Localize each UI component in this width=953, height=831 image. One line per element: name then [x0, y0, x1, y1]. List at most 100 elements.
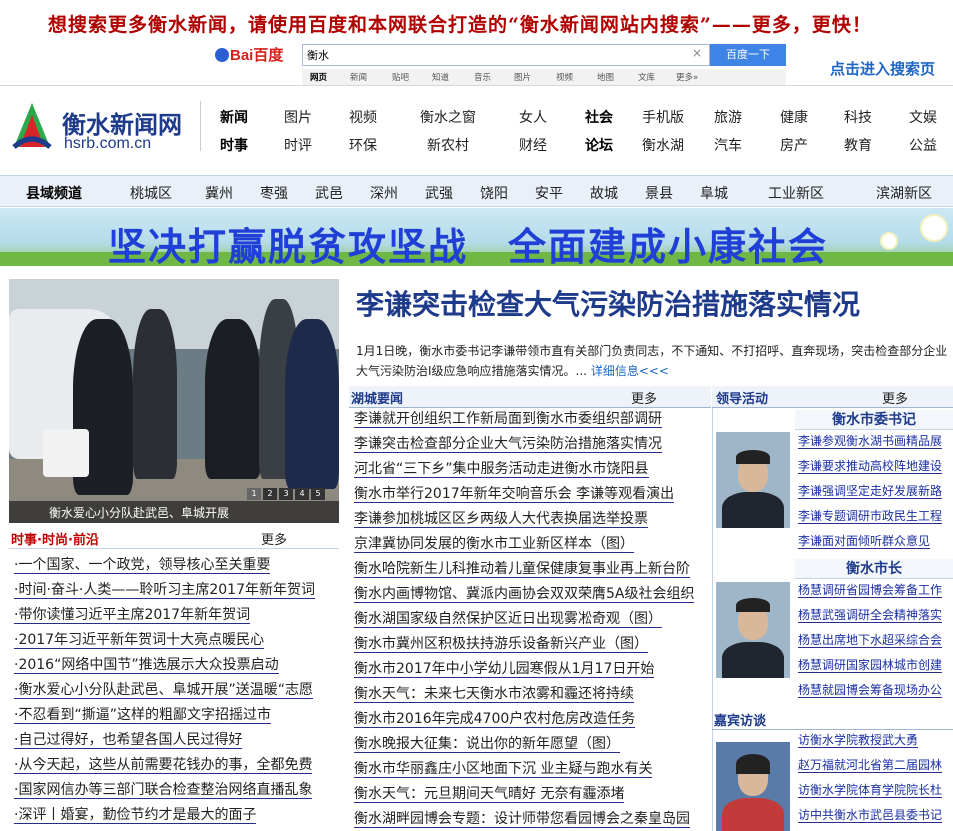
nav-mobile[interactable]: 手机版 [642, 107, 684, 127]
mid-list-item[interactable]: 衡水天气：未来七天衡水市浓雾和霾还将持续 [354, 686, 634, 703]
secretary-item[interactable]: 李谦面对面倾听群众意见 [798, 534, 931, 549]
site-logo-url[interactable]: hsrb.com.cn [64, 135, 151, 153]
search-input[interactable] [302, 44, 710, 66]
nav-finance[interactable]: 财经 [519, 135, 547, 155]
leaders-title[interactable]: 领导活动 [716, 388, 768, 407]
nav-environment[interactable]: 环保 [349, 135, 377, 155]
mayor-item[interactable]: 杨慧调研国家园林城市创建 [798, 658, 943, 673]
mid-list-item[interactable]: 衡水哈院新生儿科推动着儿童保健康复事业再上新台阶 [354, 561, 690, 578]
mid-list-item[interactable]: 衡水市2017年中小学幼儿园寒假从1月17日开始 [354, 661, 655, 678]
left-list-item[interactable]: ·时间·奋斗·人类——聆听习主席2017年新年贺词 [14, 582, 315, 599]
county-item-binhu-zone[interactable]: 滨湖新区 [876, 183, 932, 203]
county-item-jingxian[interactable]: 景县 [645, 183, 673, 203]
search-tab-wenku[interactable]: 文库 [638, 71, 655, 83]
nav-entertainment[interactable]: 文娱 [909, 107, 937, 127]
search-tab-tieba[interactable]: 贴吧 [392, 71, 409, 83]
left-list-item[interactable]: ·带你读懂习近平主席2017年新年贺词 [14, 607, 251, 624]
headline-title[interactable]: 李谦突击检查大气污染防治措施落实情况 [356, 283, 860, 323]
nav-video[interactable]: 视频 [349, 107, 377, 127]
guest-item[interactable]: 访中共衡水市武邑县委书记 [798, 808, 943, 823]
left-list-item[interactable]: ·不忍看到“撕逼”这样的粗鄙文字招摇过市 [14, 707, 271, 724]
guest-item[interactable]: 赵万福就河北省第二届园林 [798, 758, 943, 773]
left-list-item[interactable]: ·2016“网络中国节”推选展示大众投票启动 [14, 657, 279, 674]
photo-caption[interactable]: 衡水爱心小分队赴武邑、阜城开展 [9, 504, 269, 521]
mid-list-item[interactable]: 衡水市举行2017年新年交响音乐会 李谦等观看演出 [354, 486, 675, 503]
mid-list-item[interactable]: 衡水市华丽鑫庄小区地面下沉 业主疑与跑水有关 [354, 761, 653, 778]
county-item-fucheng[interactable]: 阜城 [700, 183, 728, 203]
search-tab-web[interactable]: 网页 [310, 71, 327, 83]
mid-list-item[interactable]: 李谦就开创组织工作新局面到衡水市委组织部调研 [354, 411, 662, 428]
nav-women[interactable]: 女人 [519, 107, 547, 127]
county-item-shenzhou[interactable]: 深州 [370, 183, 398, 203]
mayor-item[interactable]: 杨慧调研省园博会筹备工作 [798, 583, 943, 598]
mayor-item[interactable]: 杨慧就园博会筹备现场办公 [798, 683, 943, 698]
photo-pager-3[interactable]: 3 [279, 488, 293, 500]
mayor-item[interactable]: 杨慧武强调研全会精神落实 [798, 608, 943, 623]
nav-education[interactable]: 教育 [844, 135, 872, 155]
nav-hengshui-window[interactable]: 衡水之窗 [420, 107, 476, 127]
nav-health[interactable]: 健康 [780, 107, 808, 127]
nav-real-estate[interactable]: 房产 [780, 135, 808, 155]
nav-charity[interactable]: 公益 [909, 135, 937, 155]
mayor-subheader[interactable]: 衡水市长 [795, 559, 953, 579]
nav-society[interactable]: 社会 [585, 107, 613, 127]
county-item-wuqiang[interactable]: 武强 [425, 183, 453, 203]
guest-item[interactable]: 访衡水学院教授武大勇 [798, 733, 919, 748]
slogan-banner[interactable]: 坚决打赢脱贫攻坚战 全面建成小康社会 [0, 208, 953, 266]
search-button[interactable]: 百度一下 [710, 44, 786, 66]
mid-list-item[interactable]: 衡水市2016年完成4700户农村危房改造任务 [354, 711, 636, 728]
left-list-item[interactable]: ·2017年习近平新年贺词十大亮点暖民心 [14, 632, 265, 649]
nav-hengshui-lake[interactable]: 衡水湖 [642, 135, 684, 155]
left-list-item[interactable]: ·一个国家、一个政党，领导核心至关重要 [14, 557, 271, 574]
secretary-portrait[interactable] [716, 432, 790, 528]
search-tab-zhidao[interactable]: 知道 [432, 71, 449, 83]
left-list-item[interactable]: ·国家网信办等三部门联合检查整治网络直播乱象 [14, 782, 313, 799]
nav-travel[interactable]: 旅游 [714, 107, 742, 127]
county-item-jizhou[interactable]: 冀州 [205, 183, 233, 203]
photo-pager-4[interactable]: 4 [295, 488, 309, 500]
nav-new-rural[interactable]: 新农村 [427, 135, 469, 155]
search-clear-icon[interactable]: × [692, 46, 702, 60]
nav-photos[interactable]: 图片 [284, 107, 312, 127]
guest-interview-title[interactable]: 嘉宾访谈 [714, 710, 766, 729]
nav-news[interactable]: 新闻 [220, 107, 248, 127]
mid-list-item[interactable]: 衡水内画博物馆、冀派内画协会双双荣膺5A级社会组织 [354, 586, 695, 603]
nav-auto[interactable]: 汽车 [714, 135, 742, 155]
mid-list-item[interactable]: 衡水市冀州区积极扶持游乐设备新兴产业（图） [354, 636, 648, 653]
guest-portrait[interactable] [716, 742, 790, 831]
guest-item[interactable]: 访衡水学院体育学院院长杜 [798, 783, 943, 798]
current-affairs-more-link[interactable]: 更多 [261, 529, 287, 548]
left-list-item[interactable]: ·衡水爱心小分队赴武邑、阜城开展”送温暖“志愿 [14, 682, 313, 699]
mid-list-item[interactable]: 河北省“三下乡”集中服务活动走进衡水市饶阳县 [354, 461, 649, 478]
county-item-anping[interactable]: 安平 [535, 183, 563, 203]
search-tab-news[interactable]: 新闻 [350, 71, 367, 83]
mayor-portrait[interactable] [716, 582, 790, 678]
county-item-industrial-zone[interactable]: 工业新区 [768, 183, 824, 203]
headline-detail-link[interactable]: 详细信息<<< [591, 364, 669, 378]
nav-tech[interactable]: 科技 [844, 107, 872, 127]
leaders-more-link[interactable]: 更多 [882, 388, 908, 407]
nav-commentary[interactable]: 时评 [284, 135, 312, 155]
nav-forum[interactable]: 论坛 [585, 135, 613, 155]
mid-list-item[interactable]: 李谦突击检查部分企业大气污染防治措施落实情况 [354, 436, 662, 453]
photo-pager-2[interactable]: 2 [263, 488, 277, 500]
county-item-raoyang[interactable]: 饶阳 [480, 183, 508, 203]
photo-pager-1[interactable]: 1 [247, 488, 261, 500]
secretary-item[interactable]: 李谦专题调研市政民生工程 [798, 509, 943, 524]
left-list-item[interactable]: ·自己过得好，也希望各国人民过得好 [14, 732, 243, 749]
county-item-taocheng[interactable]: 桃城区 [130, 183, 172, 203]
search-tab-video[interactable]: 视频 [556, 71, 573, 83]
current-affairs-title[interactable]: 时事·时尚·前沿 [11, 529, 99, 548]
mid-list-item[interactable]: 衡水湖畔园博会专题：设计师带您看园博会之秦皇岛园 [354, 811, 690, 828]
featured-photo[interactable]: 衡水爱心小分队赴武邑、阜城开展 12345 [9, 279, 339, 523]
county-item-gucheng[interactable]: 故城 [590, 183, 618, 203]
mid-list-item[interactable]: 衡水天气：元旦期间天气晴好 无奈有霾添堵 [354, 786, 625, 803]
county-item-zaoqiang[interactable]: 枣强 [260, 183, 288, 203]
mayor-item[interactable]: 杨慧出席地下水超采综合会 [798, 633, 943, 648]
mid-list-item[interactable]: 李谦参加桃城区区乡两级人大代表换届选举投票 [354, 511, 648, 528]
search-tab-more[interactable]: 更多» [676, 71, 698, 83]
city-news-more-link[interactable]: 更多 [631, 388, 657, 407]
secretary-subheader[interactable]: 衡水市委书记 [795, 410, 953, 430]
mid-list-item[interactable]: 衡水湖国家级自然保护区近日出现雾凇奇观（图） [354, 611, 662, 628]
mid-list-item[interactable]: 衡水晚报大征集：说出你的新年愿望（图） [354, 736, 620, 753]
